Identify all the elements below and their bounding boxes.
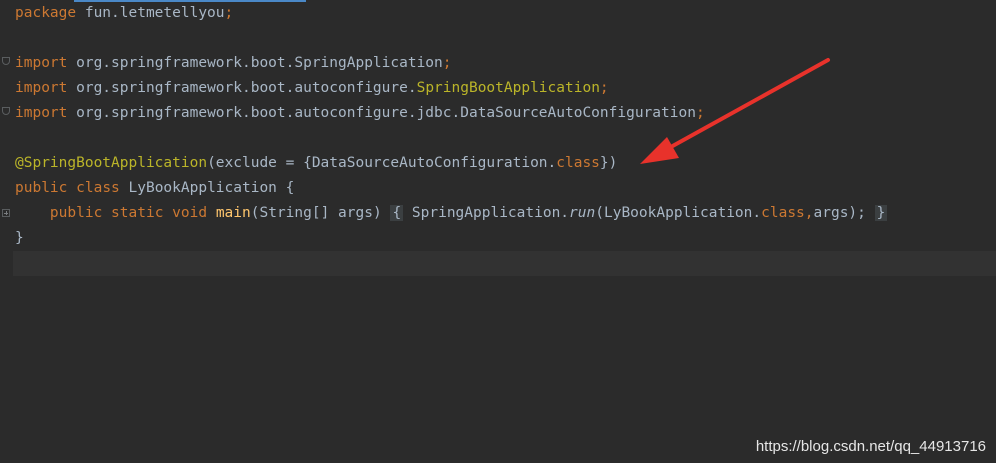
code-line-import-1[interactable]: import org.springframework.boot.SpringAp… bbox=[15, 51, 452, 76]
keyword: class bbox=[761, 205, 805, 221]
annotation-class: SpringBootApplication bbox=[416, 80, 600, 96]
editor-gutter bbox=[0, 0, 13, 463]
import-path: org.springframework.boot.autoconfigure. bbox=[67, 80, 417, 96]
code-editor[interactable]: package fun.letmetellyou; import org.spr… bbox=[0, 0, 996, 463]
annotation-args: (exclude = {DataSourceAutoConfiguration. bbox=[207, 155, 557, 171]
fold-marker-icon[interactable] bbox=[2, 57, 10, 65]
semicolon: ; bbox=[599, 80, 609, 96]
semicolon: ; bbox=[224, 5, 234, 21]
keyword: void bbox=[172, 205, 208, 221]
keyword: public bbox=[15, 180, 68, 196]
watermark-url: https://blog.csdn.net/qq_44913716 bbox=[755, 438, 986, 455]
import-path: org.springframework.boot.autoconfigure.j… bbox=[67, 105, 696, 121]
keyword: class bbox=[76, 180, 120, 196]
keyword: import bbox=[15, 80, 68, 96]
keyword: public bbox=[49, 205, 103, 221]
closing-brace: } bbox=[15, 230, 24, 246]
method-body: SpringApplication. bbox=[403, 205, 570, 221]
semicolon: ; bbox=[442, 55, 452, 71]
code-line-import-3[interactable]: import org.springframework.boot.autoconf… bbox=[15, 101, 705, 126]
annotation: @SpringBootApplication bbox=[15, 155, 208, 171]
method-call: run bbox=[569, 205, 596, 221]
folded-brace-open[interactable]: { bbox=[390, 205, 404, 221]
class-name: LyBookApplication { bbox=[119, 180, 295, 196]
code-line-import-2[interactable]: import org.springframework.boot.autoconf… bbox=[15, 76, 609, 101]
code-line-annotation[interactable]: @SpringBootApplication(exclude = {DataSo… bbox=[15, 151, 617, 176]
annotation-close: }) bbox=[599, 155, 618, 171]
package-name: fun.letmetellyou bbox=[76, 5, 225, 21]
code-line-main-method[interactable]: public static void main(String[] args) {… bbox=[15, 201, 888, 226]
keyword: class bbox=[556, 155, 600, 171]
current-line-highlight bbox=[13, 251, 996, 276]
folded-brace-close[interactable]: } bbox=[874, 205, 888, 221]
keyword: import bbox=[15, 55, 68, 71]
keyword: static bbox=[111, 205, 164, 221]
import-path: org.springframework.boot.SpringApplicati… bbox=[67, 55, 443, 71]
keyword: import bbox=[15, 105, 68, 121]
method-name: main bbox=[215, 205, 251, 221]
code-line-class-decl[interactable]: public class LyBookApplication { bbox=[15, 176, 294, 201]
method-args: args); bbox=[813, 205, 866, 221]
semicolon: ; bbox=[695, 105, 705, 121]
keyword: package bbox=[15, 5, 77, 21]
method-body: (LyBookApplication. bbox=[595, 205, 762, 221]
fold-expand-icon[interactable] bbox=[2, 209, 10, 217]
code-line-package[interactable]: package fun.letmetellyou; bbox=[15, 1, 233, 26]
code-line-close-brace[interactable]: } bbox=[15, 226, 24, 251]
comma: , bbox=[804, 205, 814, 221]
method-params: (String[] args) bbox=[250, 205, 391, 221]
fold-marker-icon[interactable] bbox=[2, 107, 10, 115]
